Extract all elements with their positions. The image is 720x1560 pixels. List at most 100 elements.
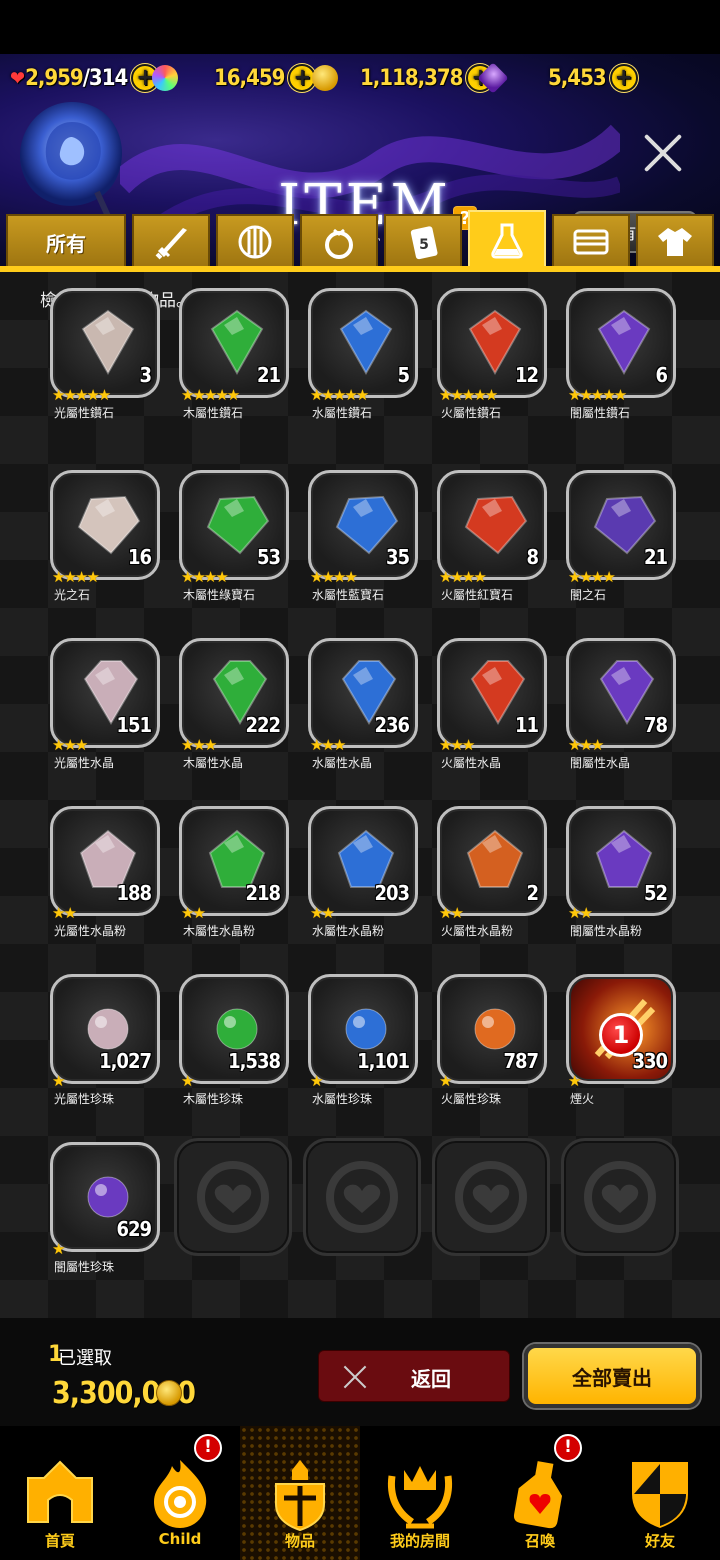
item-slot[interactable]: 629 xyxy=(50,1142,160,1252)
gem-icon xyxy=(81,309,135,376)
nav-child[interactable]: ! Child xyxy=(120,1426,240,1560)
tab-tickets[interactable] xyxy=(552,214,630,268)
locked-heart-icon xyxy=(197,1161,269,1233)
gem-currency: 5,453 + xyxy=(477,62,638,94)
item-cell[interactable]: 1 330 ★ 煙火 xyxy=(566,974,686,1134)
item-slot[interactable]: 53 xyxy=(179,470,289,580)
item-slot[interactable]: 1,027 xyxy=(50,974,160,1084)
item-cell[interactable]: 188 ★★ 光屬性水晶粉 xyxy=(50,806,170,966)
item-name: 闇屬性水晶 xyxy=(570,756,631,770)
item-cell[interactable]: 218 ★★ 木屬性水晶粉 xyxy=(179,806,299,966)
item-cell[interactable]: 16 ★★★★ 光之石 xyxy=(50,470,170,630)
item-slot[interactable]: 78 xyxy=(566,638,676,748)
item-slot[interactable]: 236 xyxy=(308,638,418,748)
item-slot[interactable]: 1,101 xyxy=(308,974,418,1084)
item-cell[interactable]: 5 ★★★★★ 水屬性鑽石 xyxy=(308,288,428,448)
item-name: 煙火 xyxy=(570,1092,595,1106)
item-cell[interactable]: 21 ★★★★ 闇之石 xyxy=(566,470,686,630)
tab-armor[interactable] xyxy=(216,214,294,268)
item-slot[interactable]: 6 xyxy=(566,288,676,398)
nav-friends[interactable]: 好友 xyxy=(600,1426,720,1560)
sell-all-button[interactable]: 全部賣出 xyxy=(524,1344,700,1408)
heart-icon: ❤ xyxy=(10,66,26,90)
item-cell[interactable]: 1,538 ★ 木屬性珍珠 xyxy=(179,974,299,1134)
item-cell[interactable]: 35 ★★★★ 水屬性藍寶石 xyxy=(308,470,428,630)
item-slot[interactable]: 151 xyxy=(50,638,160,748)
item-cell[interactable]: 8 ★★★★ 火屬性紅寶石 xyxy=(437,470,557,630)
nav-friends-label: 好友 xyxy=(644,1532,675,1550)
item-count: 8 xyxy=(526,545,538,569)
gem-icon xyxy=(466,829,524,888)
item-cell[interactable]: 78 ★★★ 闇屬性水晶 xyxy=(566,638,686,798)
nav-my-room[interactable]: 我的房間 xyxy=(360,1426,480,1560)
item-cell[interactable]: 12 ★★★★★ 火屬性鑽石 xyxy=(437,288,557,448)
rarity-stars: ★★★★★ xyxy=(52,386,111,404)
item-name: 火屬性水晶 xyxy=(441,756,502,770)
item-slot[interactable]: 787 xyxy=(437,974,547,1084)
gold-value: 1,118,378 xyxy=(360,65,463,91)
item-cell[interactable]: 2 ★★ 火屬性水晶粉 xyxy=(437,806,557,966)
item-slot[interactable]: 2 xyxy=(437,806,547,916)
rarity-stars: ★★★★★ xyxy=(181,386,240,404)
item-cell[interactable]: 222 ★★★ 木屬性水晶 xyxy=(179,638,299,798)
item-slot[interactable]: 188 xyxy=(50,806,160,916)
item-name: 火屬性紅寶石 xyxy=(441,588,514,602)
item-name: 木屬性水晶粉 xyxy=(183,924,256,938)
tab-weapons[interactable] xyxy=(132,214,210,268)
tab-all[interactable]: 所有 xyxy=(6,214,126,268)
item-slot[interactable]: 35 xyxy=(308,470,418,580)
item-name: 水屬性鑽石 xyxy=(312,406,373,420)
item-cell[interactable]: 11 ★★★ 火屬性水晶 xyxy=(437,638,557,798)
item-cell[interactable]: 1,101 ★ 水屬性珍珠 xyxy=(308,974,428,1134)
item-count: 1,027 xyxy=(99,1049,152,1073)
close-button[interactable] xyxy=(640,130,686,176)
item-cell[interactable]: 629 ★ 闇屬性珍珠 xyxy=(50,1142,170,1302)
rainbow-orb-icon xyxy=(152,65,178,91)
item-slot[interactable]: 5 xyxy=(308,288,418,398)
tab-accessories[interactable] xyxy=(300,214,378,268)
status-bar-area xyxy=(0,0,720,54)
item-cell[interactable]: 52 ★★ 闇屬性水晶粉 xyxy=(566,806,686,966)
item-slot[interactable]: 21 xyxy=(566,470,676,580)
item-cell[interactable]: 236 ★★★ 水屬性水晶 xyxy=(308,638,428,798)
item-slot[interactable]: 222 xyxy=(179,638,289,748)
item-cell[interactable]: 3 ★★★★★ 光屬性鑽石 xyxy=(50,288,170,448)
item-slot[interactable]: 52 xyxy=(566,806,676,916)
item-slot[interactable]: 203 xyxy=(308,806,418,916)
item-cell[interactable]: 1,027 ★ 光屬性珍珠 xyxy=(50,974,170,1134)
locked-heart-icon xyxy=(584,1161,656,1233)
item-cell[interactable]: 203 ★★ 水屬性水晶粉 xyxy=(308,806,428,966)
nav-my-room-label: 我的房間 xyxy=(389,1532,450,1550)
item-cell[interactable]: 151 ★★★ 光屬性水晶 xyxy=(50,638,170,798)
rarity-stars: ★★★★★ xyxy=(310,386,369,404)
item-slot[interactable]: 1,538 xyxy=(179,974,289,1084)
item-slot[interactable]: 21 xyxy=(179,288,289,398)
nav-summon[interactable]: ! 召喚 xyxy=(480,1426,600,1560)
add-gem-button[interactable]: + xyxy=(609,64,638,92)
tab-costumes[interactable] xyxy=(636,214,714,268)
back-button[interactable]: 返回 xyxy=(318,1350,510,1402)
item-slot[interactable]: 8 xyxy=(437,470,547,580)
item-count: 21 xyxy=(256,363,281,387)
locked-heart-icon xyxy=(455,1161,527,1233)
item-slot[interactable]: 218 xyxy=(179,806,289,916)
item-knight-icon xyxy=(275,1460,325,1532)
item-slot[interactable]: 1 330 xyxy=(566,974,676,1084)
item-slot[interactable]: 16 xyxy=(50,470,160,580)
item-name: 火屬性鑽石 xyxy=(441,406,502,420)
nav-home[interactable]: 首頁 xyxy=(0,1426,120,1560)
item-slot[interactable]: 11 xyxy=(437,638,547,748)
item-count: 16 xyxy=(127,545,152,569)
item-slot[interactable]: 12 xyxy=(437,288,547,398)
item-cell[interactable]: 21 ★★★★★ 木屬性鑽石 xyxy=(179,288,299,448)
nav-items[interactable]: 物品 xyxy=(240,1426,360,1560)
item-cell[interactable]: 787 ★ 火屬性珍珠 xyxy=(437,974,557,1134)
item-cell[interactable]: 6 ★★★★★ 闇屬性鑽石 xyxy=(566,288,686,448)
item-count: 78 xyxy=(643,713,668,737)
item-cell[interactable]: 53 ★★★★ 木屬性綠寶石 xyxy=(179,470,299,630)
crown-laurel-icon xyxy=(387,1466,453,1529)
item-slot[interactable]: 3 xyxy=(50,288,160,398)
item-grid-panel[interactable]: 檢視所有其他物品。 3★★★★★光屬性鑽石21★★★★★木屬性鑽石5★★★★★水… xyxy=(0,272,720,1318)
tab-cards[interactable]: 5 xyxy=(384,214,462,268)
tab-materials[interactable] xyxy=(468,210,546,270)
